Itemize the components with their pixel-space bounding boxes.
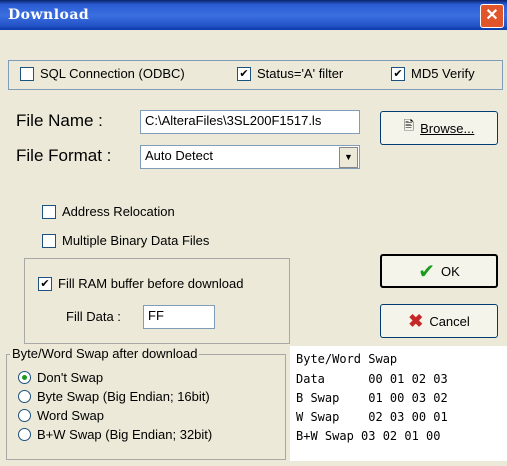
checkbox-box: ✔ bbox=[38, 276, 52, 291]
checkbox-box: ✔ bbox=[391, 66, 405, 81]
fill-ram-checkbox[interactable]: ✔ Fill RAM buffer before download bbox=[38, 276, 243, 291]
ok-label: OK bbox=[440, 263, 460, 279]
swap-table-row: B Swap 01 00 03 02 bbox=[296, 391, 448, 405]
chevron-down-icon[interactable]: ▼ bbox=[339, 147, 358, 168]
file-format-value: Auto Detect bbox=[145, 148, 213, 163]
byte-swap-label: Byte Swap (Big Endian; 16bit) bbox=[37, 389, 210, 404]
close-button[interactable]: ✕ bbox=[480, 4, 504, 28]
radio-dot bbox=[18, 371, 31, 384]
file-name-input[interactable]: C:\AlteraFiles\3SL200F1517.ls bbox=[140, 110, 360, 134]
fill-data-label: Fill Data : bbox=[66, 309, 121, 324]
browse-label: Browse... bbox=[420, 120, 475, 136]
word-swap-label: Word Swap bbox=[37, 408, 104, 423]
document-icon: 🖹 bbox=[403, 118, 415, 133]
radio-dot bbox=[18, 428, 31, 441]
bw-swap-radio[interactable]: B+W Swap (Big Endian; 32bit) bbox=[18, 427, 212, 442]
sql-connection-checkbox[interactable]: SQL Connection (ODBC) bbox=[20, 66, 185, 81]
multiple-binary-label: Multiple Binary Data Files bbox=[62, 233, 210, 248]
byte-swap-radio[interactable]: Byte Swap (Big Endian; 16bit) bbox=[18, 389, 210, 404]
status-filter-checkbox[interactable]: ✔ Status='A' filter bbox=[237, 66, 343, 81]
swap-table-title: Byte/Word Swap bbox=[296, 352, 398, 366]
file-name-label: File Name : bbox=[16, 111, 103, 130]
md5-verify-checkbox[interactable]: ✔ MD5 Verify bbox=[391, 66, 475, 81]
fill-ram-group bbox=[24, 258, 290, 344]
swap-table: Byte/Word Swap Data 00 01 02 03 B Swap 0… bbox=[290, 346, 507, 461]
checkmark-icon: ✔ bbox=[418, 260, 435, 283]
cancel-label: Cancel bbox=[429, 313, 470, 329]
swap-table-row: B+W Swap 03 02 01 00 bbox=[296, 429, 441, 443]
cancel-button[interactable]: ✖ Cancel bbox=[380, 304, 498, 338]
md5-verify-label: MD5 Verify bbox=[411, 66, 475, 81]
sql-connection-label: SQL Connection (ODBC) bbox=[40, 66, 185, 81]
browse-button[interactable]: 🖹 Browse... bbox=[380, 111, 498, 145]
radio-dot bbox=[18, 390, 31, 403]
word-swap-radio[interactable]: Word Swap bbox=[18, 408, 104, 423]
fill-data-input[interactable]: FF bbox=[143, 305, 215, 329]
bw-swap-label: B+W Swap (Big Endian; 32bit) bbox=[37, 427, 213, 442]
dont-swap-label: Don't Swap bbox=[37, 370, 104, 385]
title-bar: Download ✕ bbox=[0, 0, 507, 30]
fill-ram-label: Fill RAM buffer before download bbox=[58, 276, 244, 291]
checkbox-box bbox=[42, 204, 56, 219]
swap-group-title: Byte/Word Swap after download bbox=[10, 346, 200, 361]
checkbox-box bbox=[20, 66, 34, 81]
checkbox-box bbox=[42, 233, 56, 248]
address-relocation-label: Address Relocation bbox=[62, 204, 175, 219]
radio-dot bbox=[18, 409, 31, 422]
x-icon: ✖ bbox=[408, 310, 424, 331]
swap-table-row: W Swap 02 03 00 01 bbox=[296, 410, 448, 424]
status-filter-label: Status='A' filter bbox=[257, 66, 344, 81]
window-title: Download bbox=[8, 7, 90, 23]
multiple-binary-checkbox[interactable]: Multiple Binary Data Files bbox=[42, 233, 209, 248]
swap-table-row: Data 00 01 02 03 bbox=[296, 372, 448, 386]
file-format-label: File Format : bbox=[16, 146, 112, 165]
ok-button[interactable]: ✔ OK bbox=[380, 254, 498, 288]
file-format-select[interactable]: Auto Detect ▼ bbox=[140, 145, 360, 169]
dont-swap-radio[interactable]: Don't Swap bbox=[18, 370, 103, 385]
close-icon: ✕ bbox=[485, 7, 499, 24]
address-relocation-checkbox[interactable]: Address Relocation bbox=[42, 204, 175, 219]
checkbox-box: ✔ bbox=[237, 66, 251, 81]
